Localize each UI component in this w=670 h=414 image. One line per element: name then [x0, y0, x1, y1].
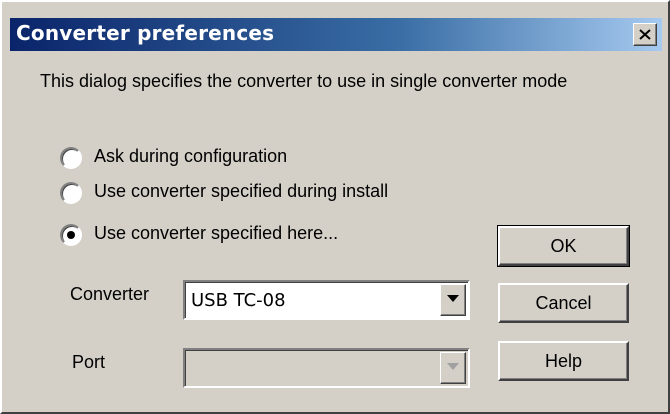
window-title: Converter preferences — [16, 21, 275, 45]
cancel-button[interactable]: Cancel — [498, 283, 629, 323]
chevron-down-icon — [447, 363, 459, 370]
converter-preferences-dialog: Converter preferences This dialog specif… — [0, 0, 670, 414]
radio-label: Use converter specified here... — [94, 223, 339, 243]
radio-label: Ask during configuration — [94, 146, 288, 166]
converter-value: USB TC-08 — [191, 290, 286, 311]
title-bar[interactable]: Converter preferences — [10, 18, 662, 51]
close-icon — [639, 29, 651, 40]
radio-button[interactable] — [60, 147, 82, 169]
radio-label: Use converter specified during install — [94, 181, 389, 201]
chevron-down-icon — [447, 295, 459, 302]
converter-select[interactable]: USB TC-08 — [183, 280, 470, 320]
converter-label: Converter — [70, 284, 150, 304]
port-label: Port — [72, 352, 106, 372]
radio-button[interactable] — [60, 182, 82, 204]
help-button[interactable]: Help — [498, 341, 629, 381]
dialog-description: This dialog specifies the converter to u… — [40, 71, 568, 91]
radio-button[interactable] — [60, 224, 82, 246]
close-button[interactable] — [633, 23, 657, 46]
radio-selected-dot — [67, 231, 75, 239]
ok-button[interactable]: OK — [497, 225, 630, 267]
radio-use-converter-install[interactable]: Use converter specified during install — [60, 180, 460, 206]
radio-use-converter-here[interactable]: Use converter specified here... — [60, 222, 420, 248]
port-select[interactable] — [183, 348, 470, 388]
port-dropdown-button[interactable] — [440, 352, 466, 384]
radio-ask-during-configuration[interactable]: Ask during configuration — [60, 145, 360, 171]
converter-dropdown-button[interactable] — [440, 284, 466, 316]
